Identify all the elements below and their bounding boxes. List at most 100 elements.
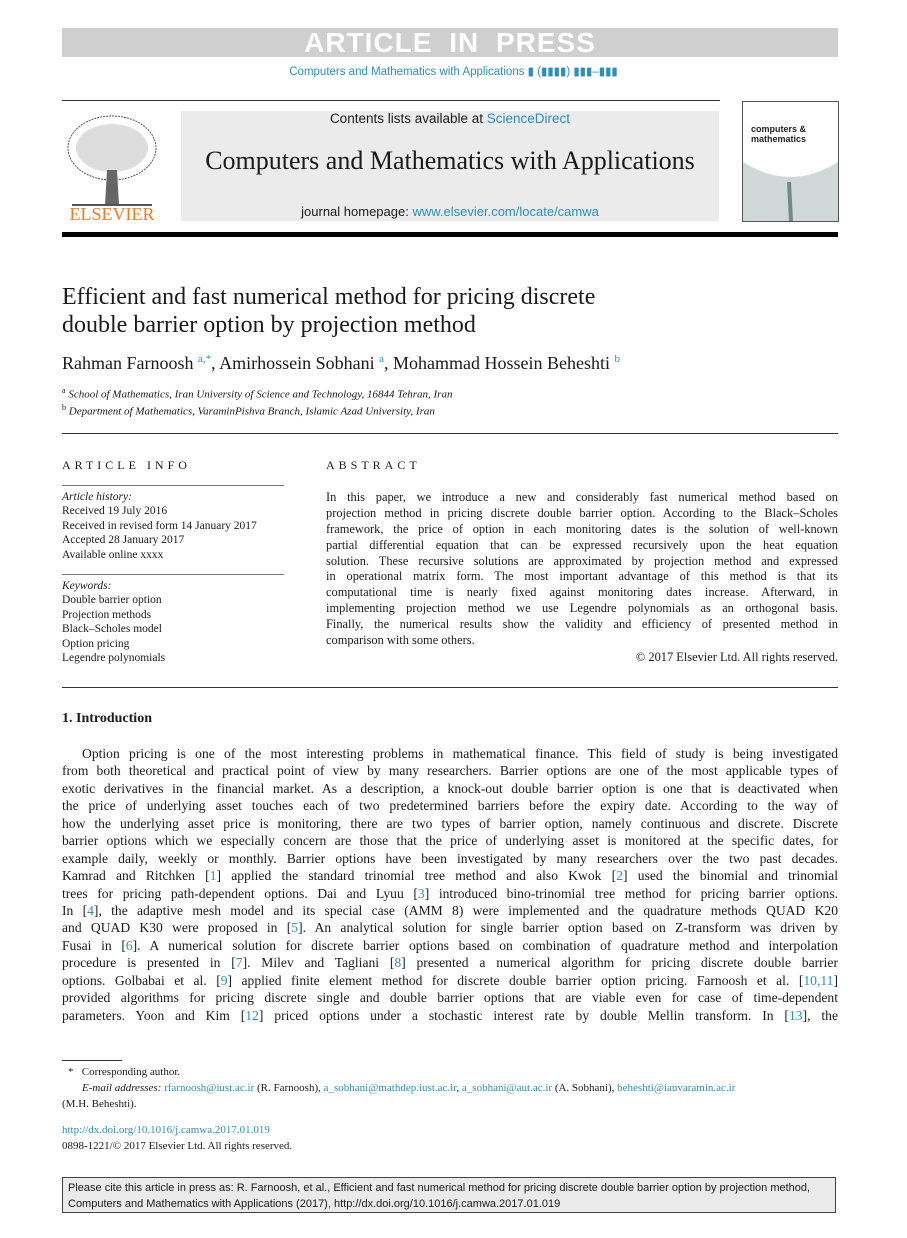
text-line: exotic derivatives in the financial mark… xyxy=(62,780,838,796)
text-line: in operational matrix form. The most imp… xyxy=(326,569,838,584)
text-line: and QUAD K30 were proposed in [5]. An an… xyxy=(62,920,838,936)
keyword: Option pricing xyxy=(62,637,130,650)
author-affiliation-link[interactable]: a,* xyxy=(198,353,211,365)
keyword: Double barrier option xyxy=(62,594,162,607)
citation-link[interactable]: 7 xyxy=(236,955,243,970)
footnote-marker: * xyxy=(68,1066,74,1078)
article-in-press-banner: ARTICLE IN PRESS xyxy=(62,28,838,58)
history-item: Accepted 28 January 2017 xyxy=(62,534,185,547)
text-line: provided algorithms for pricing discrete… xyxy=(62,990,838,1006)
homepage-link[interactable]: www.elsevier.com/locate/camwa xyxy=(412,204,598,219)
citation-link[interactable]: 1 xyxy=(210,868,217,883)
title-line: Efficient and fast numerical method for … xyxy=(62,284,596,310)
citation-link[interactable]: 12 xyxy=(245,1008,259,1023)
email-owner: (R. Farnoosh), xyxy=(254,1082,324,1094)
citation-link[interactable]: 4 xyxy=(87,903,94,918)
contents-line: Contents lists available at ScienceDirec… xyxy=(181,111,719,126)
citation-link[interactable]: 9 xyxy=(221,973,228,988)
author-affiliation-link[interactable]: b xyxy=(615,353,621,365)
masthead-rule xyxy=(62,232,838,237)
citation-link[interactable]: 10,11 xyxy=(803,973,833,988)
title-line: double barrier option by projection meth… xyxy=(62,312,476,338)
text-line: comparison with some others. xyxy=(326,633,475,648)
text-line: solution. These recursive solutions are … xyxy=(326,553,838,568)
doi-link[interactable]: http://dx.doi.org/10.1016/j.camwa.2017.0… xyxy=(62,1122,838,1138)
text-line: the price of underlying asset touches ea… xyxy=(62,798,838,814)
text-line: projection method in pricing discrete do… xyxy=(326,505,838,520)
text-line: implementing projection method we use Le… xyxy=(326,601,838,616)
email-owner: (M.H. Beheshti). xyxy=(62,1098,137,1110)
author-name: Rahman Farnoosh xyxy=(62,353,194,373)
keywords-label: Keywords: xyxy=(62,580,112,592)
affiliation: a School of Mathematics, Iran University… xyxy=(62,386,452,401)
text-line: Kamrad and Ritchken [1] applied the stan… xyxy=(62,868,838,884)
text-line: In [4], the adaptive mesh model and its … xyxy=(62,902,838,918)
issn-copyright: 0898-1221/© 2017 Elsevier Ltd. All right… xyxy=(62,1140,293,1152)
abstract-copyright: © 2017 Elsevier Ltd. All rights reserved… xyxy=(635,650,838,664)
email-link[interactable]: a_sobhani@mathdep.iust.ac.ir xyxy=(324,1082,457,1094)
keyword: Black–Scholes model xyxy=(62,623,162,636)
history-item: Received in revised form 14 January 2017 xyxy=(62,519,257,532)
journal-title: Computers and Mathematics with Applicati… xyxy=(205,146,695,175)
keywords: Keywords: Double barrier option Projecti… xyxy=(62,579,165,665)
citation-box: Please cite this article in press as: R.… xyxy=(62,1177,836,1213)
citation-link[interactable]: 13 xyxy=(789,1008,803,1023)
homepage-line: journal homepage: www.elsevier.com/locat… xyxy=(181,204,719,219)
running-head[interactable]: Computers and Mathematics with Applicati… xyxy=(0,64,907,78)
text-line: computational time is nearly fixed again… xyxy=(326,585,838,600)
email-owner: (A. Sobhani), xyxy=(552,1082,618,1094)
keyword: Legendre polynomials xyxy=(62,652,166,665)
citation-link[interactable]: 2 xyxy=(616,868,623,883)
email-link[interactable]: beheshti@iauvaramin.ac.ir xyxy=(617,1082,735,1094)
text-line: partial differential equation that can b… xyxy=(326,537,838,552)
elsevier-tree-icon: ELSEVIER xyxy=(67,115,157,224)
elsevier-logo[interactable]: ELSEVIER xyxy=(62,110,162,224)
history-item: Received 19 July 2016 xyxy=(62,505,168,518)
text-line: parameters. Yoon and Kim [12] priced opt… xyxy=(62,1007,838,1023)
svg-text:computers &: computers & xyxy=(751,124,807,134)
citation-link[interactable]: 3 xyxy=(418,886,425,901)
author-affiliation-link[interactable]: a xyxy=(379,353,384,365)
email-link[interactable]: rfarnoosh@iust.ac.ir xyxy=(164,1082,254,1094)
text-line: trees for pricing path-dependent options… xyxy=(62,885,839,901)
history-label: Article history: xyxy=(62,491,132,503)
affiliation-text: School of Mathematics, Iran University o… xyxy=(68,388,453,401)
divider xyxy=(62,574,284,575)
sciencedirect-link[interactable]: ScienceDirect xyxy=(487,111,570,126)
introduction-body: Option pricing is one of the most intere… xyxy=(62,745,838,1024)
contents-label: Contents lists available at xyxy=(329,111,487,126)
text-line: example daily, weekly or monthly. Barrie… xyxy=(62,850,838,866)
author-name: Mohammad Hossein Beheshti xyxy=(393,353,611,373)
citation-link[interactable]: 6 xyxy=(126,938,133,953)
text-line: procedure is presented in [7]. Milev and… xyxy=(62,955,838,971)
svg-text:ELSEVIER: ELSEVIER xyxy=(70,204,155,222)
svg-text:mathematics: mathematics xyxy=(751,134,806,144)
divider xyxy=(62,433,838,434)
text-line: In this paper, we introduce a new and co… xyxy=(326,490,838,504)
email-link[interactable]: a_sobhani@aut.ac.ir xyxy=(462,1082,552,1094)
section-heading: 1. Introduction xyxy=(62,711,152,726)
text-line: options. Golbabai et al. [9] applied fin… xyxy=(62,972,838,988)
author-list: Rahman Farnoosh a,*, Amirhossein Sobhani… xyxy=(62,353,621,373)
text-line: from both theoretical and practical poin… xyxy=(62,763,838,779)
article-history: Article history: Received 19 July 2016 R… xyxy=(62,490,257,562)
corresponding-author-note: Corresponding author. xyxy=(81,1066,181,1078)
article-title: Efficient and fast numerical method for … xyxy=(62,283,762,339)
divider xyxy=(62,687,838,688)
text-line: Option pricing is one of the most intere… xyxy=(82,746,838,761)
citation-link[interactable]: 5 xyxy=(291,920,298,935)
keyword: Projection methods xyxy=(62,608,152,621)
text-line: Fusai in [6]. A numerical solution for d… xyxy=(62,937,838,953)
citation-link[interactable]: 8 xyxy=(394,955,401,970)
history-item: Available online xxxx xyxy=(62,548,164,561)
article-info-heading: ARTICLE INFO xyxy=(62,458,191,472)
affiliation: b Department of Mathematics, VaraminPish… xyxy=(62,403,435,418)
footnotes: * Corresponding author. E-mail addresses… xyxy=(62,1064,838,1154)
homepage-label: journal homepage: xyxy=(301,204,413,219)
author-name: Amirhossein Sobhani xyxy=(219,353,375,373)
abstract-heading: ABSTRACT xyxy=(326,458,421,472)
footnote-rule xyxy=(62,1060,122,1061)
journal-cover[interactable]: computers & mathematics xyxy=(742,101,839,222)
text-line: how the underlying asset price is monito… xyxy=(62,815,838,831)
citation-line: Computers and Mathematics with Applicati… xyxy=(68,1198,561,1210)
